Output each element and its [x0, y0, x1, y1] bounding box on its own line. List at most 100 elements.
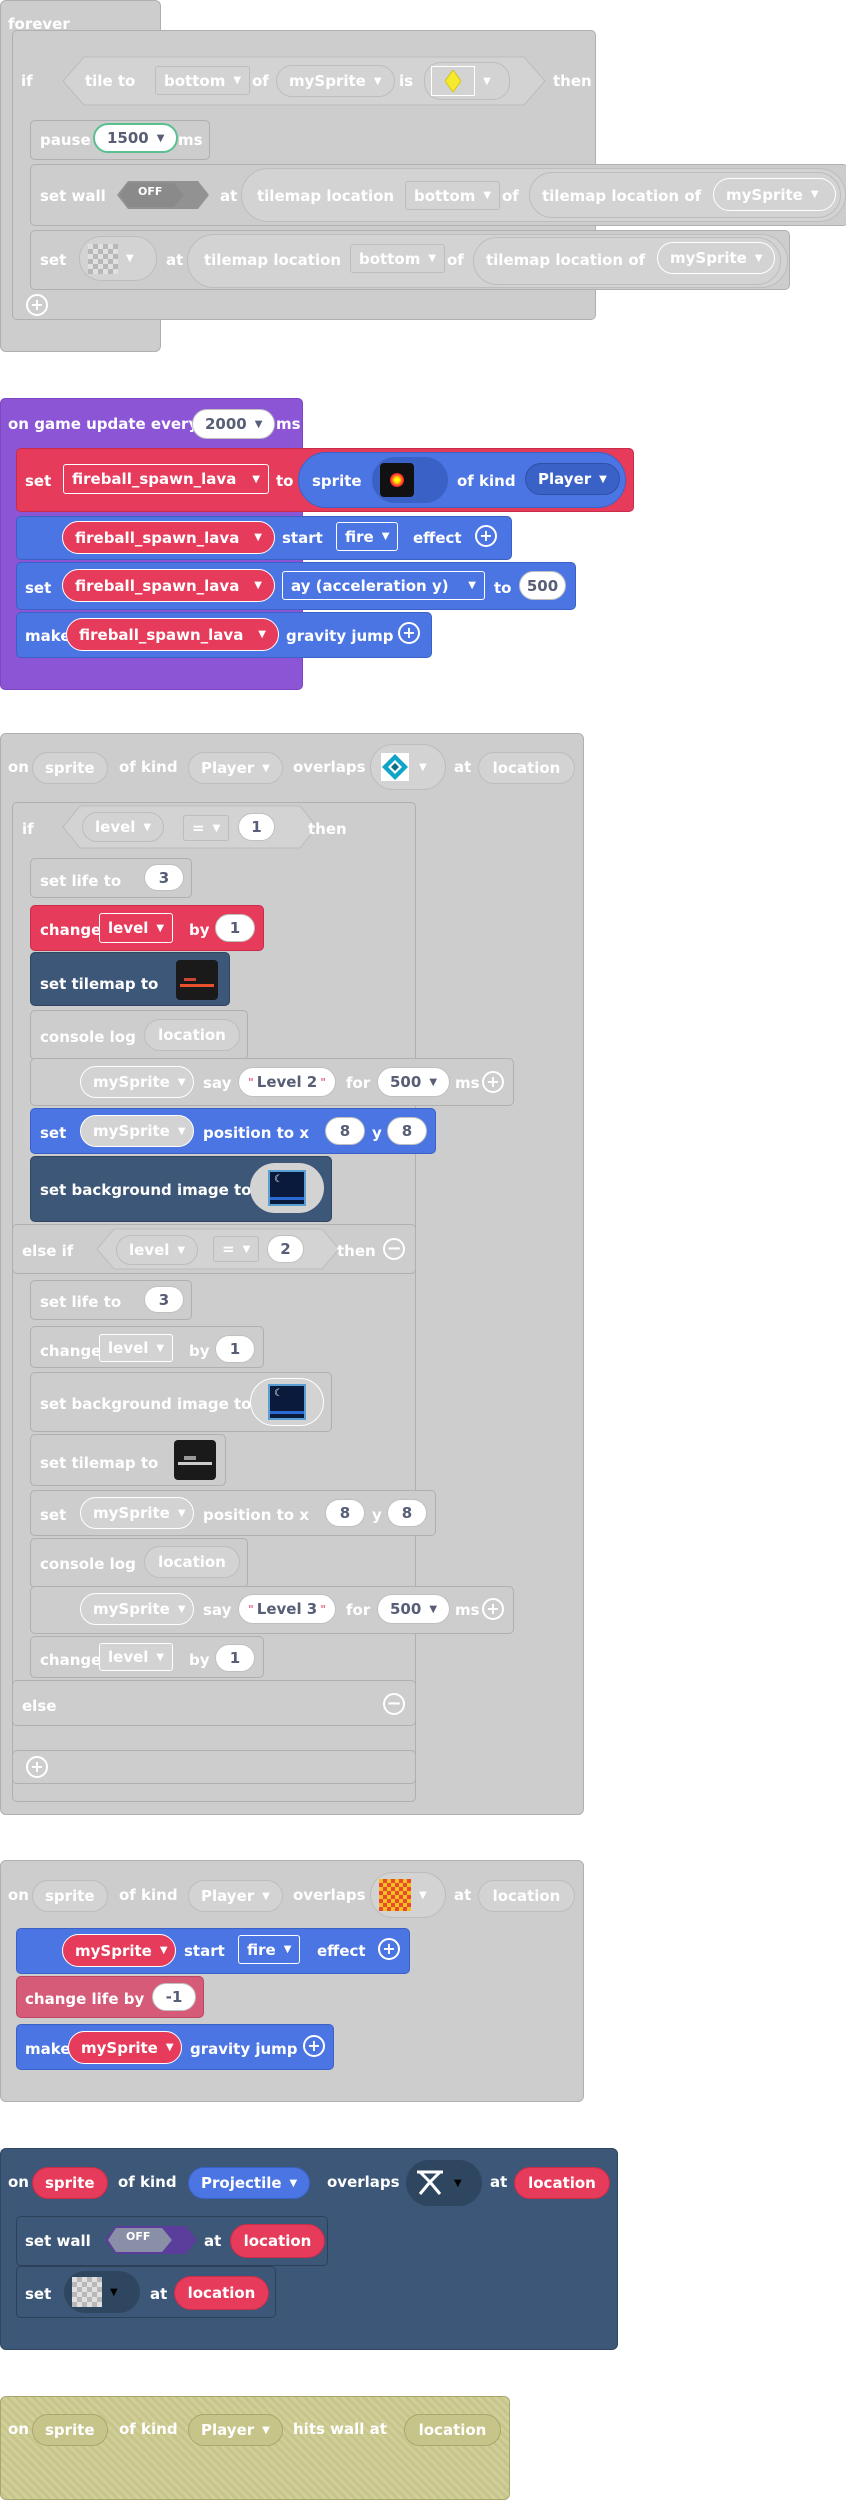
sprite-param[interactable]: sprite — [32, 2414, 108, 2446]
change-amount[interactable]: 1 — [215, 1644, 255, 1672]
open-quote-icon: " — [248, 1075, 254, 1089]
tile-picker[interactable]: ▼ — [370, 1872, 446, 1918]
kind-dropdown[interactable]: Player ▼ — [525, 463, 620, 495]
location-param[interactable]: location — [478, 1880, 575, 1912]
say-text-input[interactable]: " Level 3 " — [238, 1594, 336, 1624]
tilemap-image-icon[interactable] — [176, 960, 218, 1000]
compare-value[interactable]: 2 — [267, 1235, 304, 1263]
remove-branch-icon[interactable]: − — [383, 1238, 405, 1260]
sprite-variable-3[interactable]: mySprite ▼ — [657, 242, 775, 274]
variable-reporter[interactable]: fireball_spawn_lava ▼ — [62, 569, 275, 602]
location-param[interactable]: location — [404, 2414, 501, 2446]
duration-dropdown[interactable]: 500 ▼ — [377, 1067, 451, 1097]
expand-icon[interactable]: + — [475, 525, 497, 547]
chevron-down-icon: ▼ — [156, 922, 165, 934]
expand-icon[interactable]: + — [482, 1071, 504, 1093]
kind-value: Player — [201, 2421, 255, 2439]
chevron-down-icon: ▼ — [483, 75, 491, 87]
kind-dropdown[interactable]: Player ▼ — [188, 1880, 283, 1912]
location-param[interactable]: location — [514, 2167, 610, 2199]
effect-dropdown[interactable]: fire ▼ — [336, 522, 399, 551]
variable-name: fireball_spawn_lava — [75, 576, 240, 595]
effect-dropdown[interactable]: fire ▼ — [238, 1935, 301, 1964]
sprite-variable[interactable]: mySprite ▼ — [80, 1593, 194, 1625]
location-param[interactable]: location — [478, 752, 575, 784]
sprite-variable-2[interactable]: mySprite ▼ — [713, 178, 836, 211]
expand-icon[interactable]: + — [303, 2035, 325, 2057]
x-input[interactable]: 8 — [325, 1117, 365, 1145]
compare-value[interactable]: 1 — [238, 813, 275, 841]
life-input[interactable]: 3 — [144, 1286, 184, 1313]
expand-icon[interactable]: + — [398, 622, 420, 644]
sprite-variable[interactable]: mySprite ▼ — [62, 1934, 176, 1967]
tile-picker[interactable]: ▼ — [370, 744, 446, 790]
direction-dropdown[interactable]: bottom ▼ — [155, 66, 251, 95]
sprite-variable[interactable]: mySprite ▼ — [80, 1497, 194, 1529]
background-image-picker[interactable]: ☾ — [250, 1163, 324, 1213]
change-amount[interactable]: 1 — [215, 1335, 255, 1363]
add-else-icon[interactable]: + — [26, 294, 48, 316]
wall-toggle[interactable] — [116, 180, 210, 210]
expand-icon[interactable]: + — [378, 1938, 400, 1960]
direction-dropdown-3[interactable]: bottom ▼ — [350, 244, 446, 273]
tile-picker[interactable]: ▼ — [424, 62, 510, 100]
say-text-input[interactable]: " Level 2 " — [238, 1067, 336, 1097]
sprite-param[interactable]: sprite — [32, 2167, 108, 2199]
operator-dropdown[interactable]: = ▼ — [213, 1236, 260, 1262]
change-label: change — [40, 921, 102, 939]
duration-dropdown[interactable]: 500 ▼ — [377, 1594, 451, 1624]
remove-branch-icon[interactable]: − — [383, 1693, 405, 1715]
kind-dropdown[interactable]: Player ▼ — [188, 752, 283, 784]
add-else-icon[interactable]: + — [26, 1756, 48, 1778]
expand-icon[interactable]: + — [482, 1598, 504, 1620]
set-wall-label: set wall — [40, 187, 106, 205]
else-row[interactable] — [12, 1680, 416, 1726]
effect-value: fire — [345, 527, 374, 546]
level-variable[interactable]: level ▼ — [82, 812, 165, 842]
tilemap-image-icon[interactable] — [174, 1440, 216, 1480]
pause-duration[interactable]: 1500 ▼ — [93, 123, 179, 153]
x-input[interactable]: 8 — [325, 1499, 365, 1527]
sprite-param[interactable]: sprite — [32, 752, 108, 784]
level-dropdown[interactable]: level ▼ — [99, 913, 174, 943]
variable-reporter[interactable]: fireball_spawn_lava ▼ — [66, 618, 279, 651]
background-image-picker[interactable]: ☾ — [250, 1378, 324, 1426]
y-input[interactable]: 8 — [387, 1117, 427, 1145]
level-label: level — [129, 1241, 170, 1259]
level-dropdown[interactable]: level ▼ — [99, 1334, 174, 1362]
change-amount[interactable]: 1 — [215, 914, 255, 942]
life-input[interactable]: 3 — [144, 864, 184, 891]
location-reporter[interactable]: location — [174, 2276, 269, 2310]
chevron-down-icon: ▼ — [242, 1243, 251, 1255]
ms-label: ms — [276, 415, 301, 433]
property-dropdown[interactable]: ay (acceleration y) ▼ — [282, 571, 485, 600]
tile-picker-2[interactable]: ▼ — [64, 2271, 140, 2313]
direction-dropdown-2[interactable]: bottom ▼ — [405, 181, 501, 210]
kind-dropdown[interactable]: Projectile ▼ — [188, 2167, 311, 2199]
set-label: set — [40, 1506, 67, 1524]
variable-reporter[interactable]: fireball_spawn_lava ▼ — [62, 521, 275, 554]
sprite-variable[interactable]: mySprite ▼ — [276, 65, 395, 97]
sprite-image-picker[interactable] — [372, 457, 448, 503]
tile-picker[interactable]: ▼ — [406, 2160, 482, 2206]
kind-dropdown[interactable]: Player ▼ — [188, 2414, 283, 2446]
sprite-variable[interactable]: mySprite ▼ — [80, 1066, 194, 1098]
y-input[interactable]: 8 — [387, 1499, 427, 1527]
tile-picker-2[interactable]: ▼ — [79, 236, 157, 281]
overlaps-label: overlaps — [327, 2173, 400, 2191]
ay-value-input[interactable]: 500 — [519, 571, 566, 600]
sprite-variable[interactable]: mySprite ▼ — [80, 1115, 194, 1147]
location-reporter[interactable]: location — [144, 1546, 240, 1578]
location-reporter[interactable]: location — [230, 2224, 325, 2258]
operator-dropdown[interactable]: = ▼ — [183, 815, 230, 841]
hits-wall-frame[interactable] — [0, 2396, 510, 2500]
location-reporter[interactable]: location — [144, 1019, 240, 1051]
life-delta-input[interactable]: -1 — [152, 1983, 196, 2011]
sprite-variable[interactable]: mySprite ▼ — [68, 2031, 182, 2064]
level-dropdown[interactable]: level ▼ — [99, 1643, 174, 1671]
sprite-param[interactable]: sprite — [32, 1880, 108, 1912]
wall-toggle[interactable] — [104, 2225, 198, 2255]
variable-dropdown[interactable]: fireball_spawn_lava ▼ — [63, 464, 269, 494]
interval-dropdown[interactable]: 2000 ▼ — [192, 409, 276, 439]
level-variable[interactable]: level ▼ — [116, 1235, 199, 1265]
